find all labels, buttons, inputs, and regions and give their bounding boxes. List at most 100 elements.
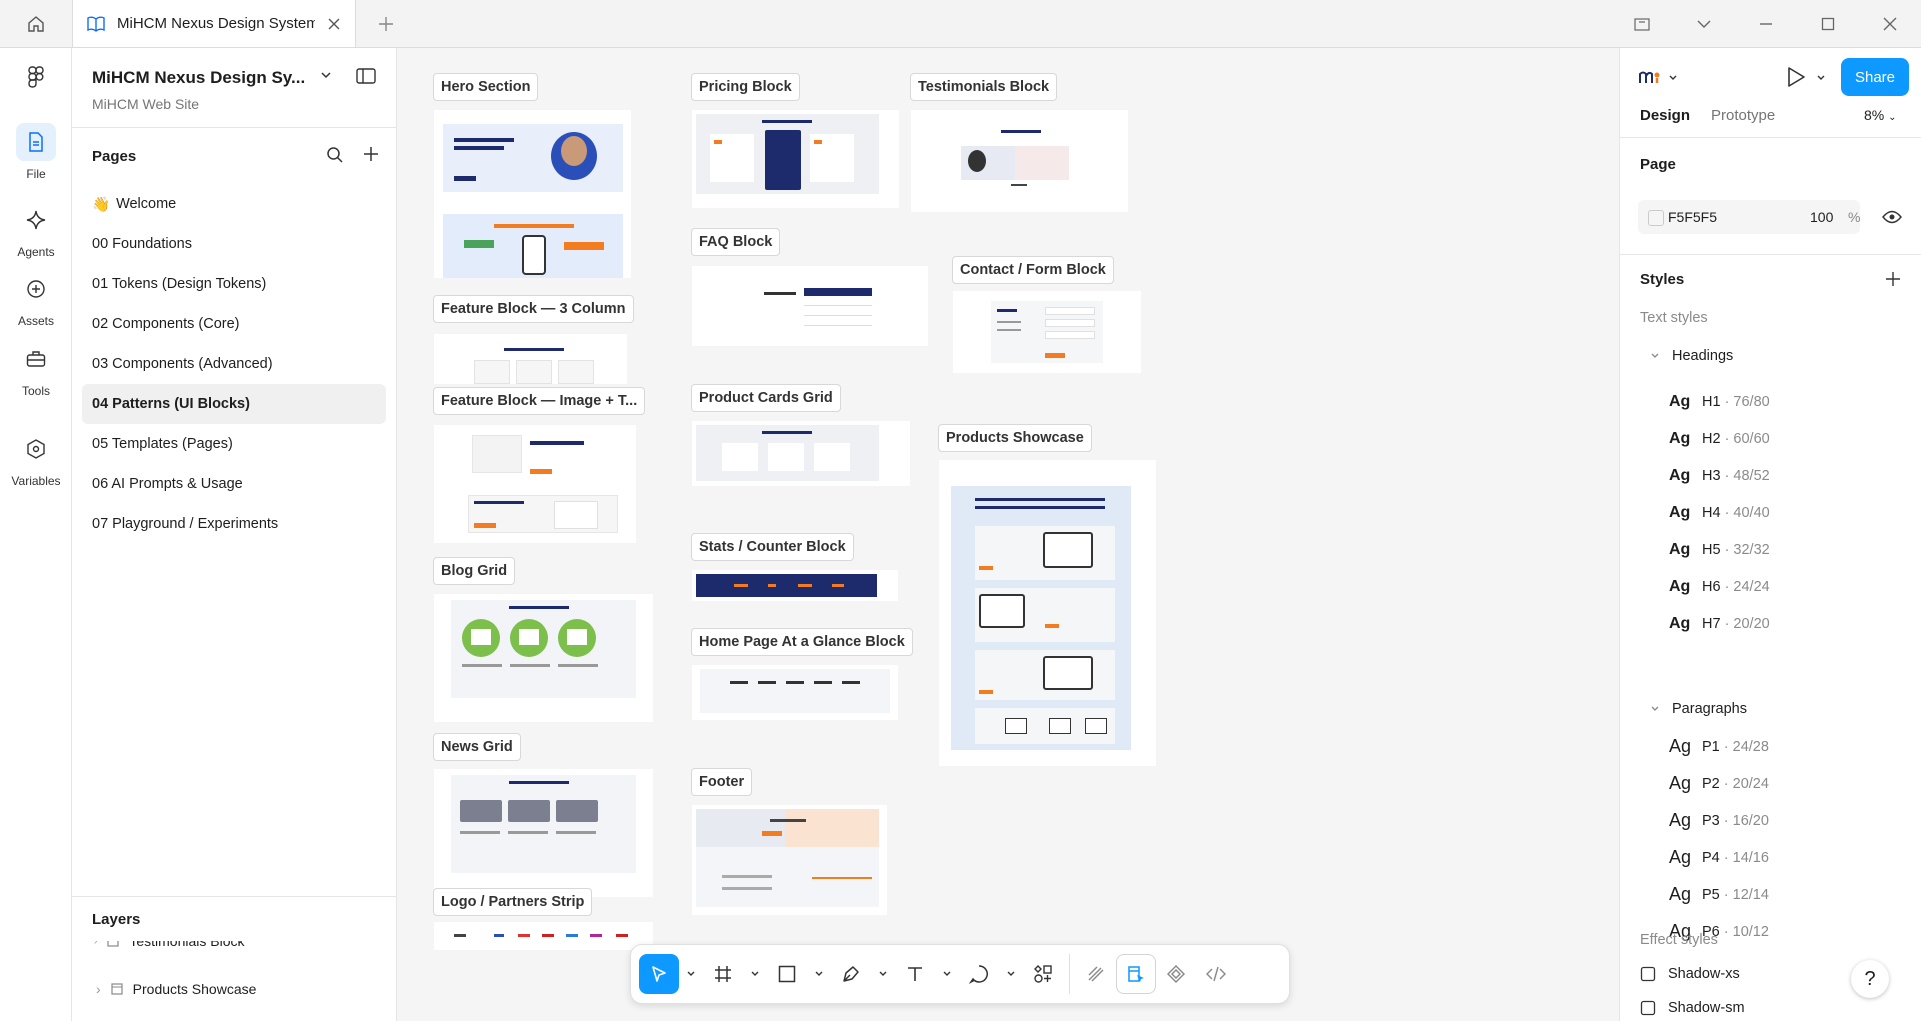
dropdown-button[interactable] <box>1673 0 1735 47</box>
page-background-field[interactable]: F5F5F5 100 % <box>1638 200 1860 234</box>
chevron-down-icon[interactable] <box>320 70 332 80</box>
frame-tool-dropdown[interactable] <box>743 954 767 994</box>
file-tab[interactable]: MiHCM Nexus Design System <box>73 0 356 47</box>
frame-label-contact[interactable]: Contact / Form Block <box>952 256 1114 284</box>
text-style-h2[interactable]: Ag H2 · 60/60 <box>1620 420 1921 457</box>
text-style-p2[interactable]: Ag P2 · 20/24 <box>1620 765 1921 802</box>
frame-tool-button[interactable] <box>703 954 743 994</box>
text-style-p3[interactable]: Ag P3 · 16/20 <box>1620 802 1921 839</box>
eye-icon[interactable] <box>1882 210 1902 224</box>
paragraphs-group[interactable]: Paragraphs <box>1650 701 1747 717</box>
rail-assets[interactable]: Assets <box>0 270 72 328</box>
frame-label-faq[interactable]: FAQ Block <box>691 228 781 256</box>
shape-tool-button[interactable] <box>767 954 807 994</box>
chevron-down-icon[interactable] <box>1816 74 1826 82</box>
text-style-h7[interactable]: Ag H7 · 20/20 <box>1620 605 1921 642</box>
frame-label-feature3[interactable]: Feature Block — 3 Column <box>433 295 634 323</box>
prototype-mode-button[interactable] <box>1156 954 1196 994</box>
add-page-icon[interactable] <box>362 145 380 163</box>
design-mode-button[interactable] <box>1116 954 1156 994</box>
window-folder-button[interactable] <box>1611 0 1673 47</box>
page-item-templates[interactable]: 05 Templates (Pages) <box>82 424 386 464</box>
layer-row[interactable]: › Testimonials Block <box>72 941 245 959</box>
frame-featureimg[interactable] <box>434 425 636 543</box>
frame-feature3[interactable] <box>434 334 627 384</box>
tab-design[interactable]: Design <box>1640 107 1690 124</box>
frame-footer[interactable] <box>692 805 887 915</box>
frame-label-pricing[interactable]: Pricing Block <box>691 73 800 101</box>
frame-contact[interactable] <box>953 291 1141 373</box>
chevron-right-icon[interactable]: › <box>96 981 101 997</box>
frame-hero[interactable] <box>434 110 631 278</box>
frame-label-homepage[interactable]: Home Page At a Glance Block <box>691 628 913 656</box>
frame-productsshow[interactable] <box>939 460 1156 766</box>
text-tool-button[interactable] <box>895 954 935 994</box>
draw-mode-button[interactable] <box>1076 954 1116 994</box>
frame-label-featureimg[interactable]: Feature Block — Image + T... <box>433 387 646 415</box>
frame-label-footer[interactable]: Footer <box>691 768 753 796</box>
frame-label-productcards[interactable]: Product Cards Grid <box>691 384 841 412</box>
page-item-components-core[interactable]: 02 Components (Core) <box>82 304 386 344</box>
new-tab-button[interactable] <box>356 0 416 47</box>
help-button[interactable]: ? <box>1851 960 1889 998</box>
page-color-value[interactable]: F5F5F5 <box>1668 209 1717 225</box>
dev-mode-button[interactable] <box>1196 954 1236 994</box>
page-item-ai-prompts[interactable]: 06 AI Prompts & Usage <box>82 464 386 504</box>
frame-blog[interactable] <box>434 594 653 722</box>
actions-button[interactable] <box>1023 954 1063 994</box>
text-style-h3[interactable]: Ag H3 · 48/52 <box>1620 457 1921 494</box>
comment-tool-dropdown[interactable] <box>999 954 1023 994</box>
mihcm-logo-icon[interactable] <box>1639 70 1661 84</box>
page-item-tokens[interactable]: 01 Tokens (Design Tokens) <box>82 264 386 304</box>
frame-pricing[interactable] <box>692 110 899 208</box>
page-item-foundations[interactable]: 00 Foundations <box>82 224 386 264</box>
frame-testimonials[interactable] <box>911 110 1128 212</box>
sidebar-toggle-icon[interactable] <box>356 68 376 84</box>
tab-prototype[interactable]: Prototype <box>1711 107 1775 124</box>
text-style-p4[interactable]: Ag P4 · 14/16 <box>1620 839 1921 876</box>
frame-label-productsshow[interactable]: Products Showcase <box>938 424 1092 452</box>
move-tool-button[interactable] <box>639 954 679 994</box>
zoom-dropdown[interactable]: 8% ⌄ <box>1864 107 1897 123</box>
figma-menu-button[interactable] <box>0 58 72 96</box>
rail-file[interactable]: File <box>0 123 72 181</box>
shape-tool-dropdown[interactable] <box>807 954 831 994</box>
frame-label-logo[interactable]: Logo / Partners Strip <box>433 888 593 916</box>
pen-tool-button[interactable] <box>831 954 871 994</box>
file-name[interactable]: MiHCM Nexus Design Sy... <box>92 68 376 88</box>
chevron-down-icon[interactable] <box>1668 74 1678 82</box>
page-item-welcome[interactable]: 👋 Welcome <box>82 184 386 224</box>
layer-row[interactable]: › Products Showcase <box>72 971 397 1007</box>
play-icon[interactable] <box>1786 66 1806 88</box>
page-item-patterns[interactable]: 04 Patterns (UI Blocks) <box>82 384 386 424</box>
frame-news[interactable] <box>434 769 653 897</box>
text-style-p1[interactable]: Ag P1 · 24/28 <box>1620 728 1921 765</box>
close-window-button[interactable] <box>1859 0 1921 47</box>
page-item-playground[interactable]: 07 Playground / Experiments <box>82 504 386 544</box>
frame-logo[interactable] <box>434 922 653 950</box>
frame-label-news[interactable]: News Grid <box>433 733 521 761</box>
text-style-h6[interactable]: Ag H6 · 24/24 <box>1620 568 1921 605</box>
frame-label-hero[interactable]: Hero Section <box>433 73 539 101</box>
text-style-h1[interactable]: Ag H1 · 76/80 <box>1620 383 1921 420</box>
page-opacity-value[interactable]: 100 <box>1810 209 1833 225</box>
frame-label-blog[interactable]: Blog Grid <box>433 557 516 585</box>
home-button[interactable] <box>0 0 73 47</box>
project-name[interactable]: MiHCM Web Site <box>92 96 376 112</box>
search-icon[interactable] <box>326 146 344 164</box>
rail-tools[interactable]: Tools <box>0 340 72 398</box>
color-swatch[interactable] <box>1648 210 1664 226</box>
frame-faq[interactable] <box>692 266 928 346</box>
frame-label-testimonials[interactable]: Testimonials Block <box>910 73 1058 101</box>
headings-group[interactable]: Headings <box>1650 348 1733 364</box>
frame-homepage[interactable] <box>692 665 898 720</box>
chevron-right-icon[interactable]: › <box>94 941 97 947</box>
text-style-p5[interactable]: Ag P5 · 12/14 <box>1620 876 1921 913</box>
rail-agents[interactable]: Agents <box>0 201 72 259</box>
pen-tool-dropdown[interactable] <box>871 954 895 994</box>
minimize-button[interactable] <box>1735 0 1797 47</box>
maximize-button[interactable] <box>1797 0 1859 47</box>
text-style-h4[interactable]: Ag H4 · 40/40 <box>1620 494 1921 531</box>
canvas[interactable]: Hero Section Feature Block — 3 Column Fe… <box>397 48 1619 1021</box>
close-tab-icon[interactable] <box>327 17 341 31</box>
